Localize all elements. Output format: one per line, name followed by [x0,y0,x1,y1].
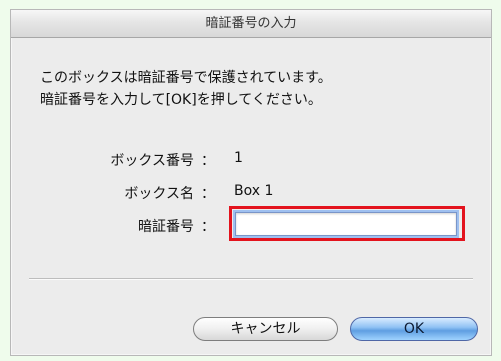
dialog-message: このボックスは暗証番号で保護されています。 暗証番号を入力して[OK]を押してく… [40,67,470,111]
pin-entry-dialog: 暗証番号の入力 このボックスは暗証番号で保護されています。 暗証番号を入力して[… [10,9,492,356]
box-number-value: 1 [234,150,243,166]
dialog-title: 暗証番号の入力 [205,16,297,31]
pin-label: 暗証番号 [138,219,194,235]
cancel-button[interactable]: キャンセル [193,317,338,341]
message-line-1: このボックスは暗証番号で保護されています。 [40,70,332,86]
box-number-colon: ： [201,153,215,169]
box-number-label: ボックス番号 [110,153,194,169]
pin-colon: ： [201,219,215,235]
box-name-label: ボックス名 [124,186,194,202]
button-separator [29,278,473,280]
dialog-titlebar: 暗証番号の入力 [11,10,491,38]
pin-input[interactable] [235,212,457,236]
ok-button[interactable]: OK [350,317,478,341]
box-name-value: Box 1 [234,183,274,199]
message-line-2: 暗証番号を入力して[OK]を押してください。 [40,92,322,108]
box-name-colon: ： [201,186,215,202]
